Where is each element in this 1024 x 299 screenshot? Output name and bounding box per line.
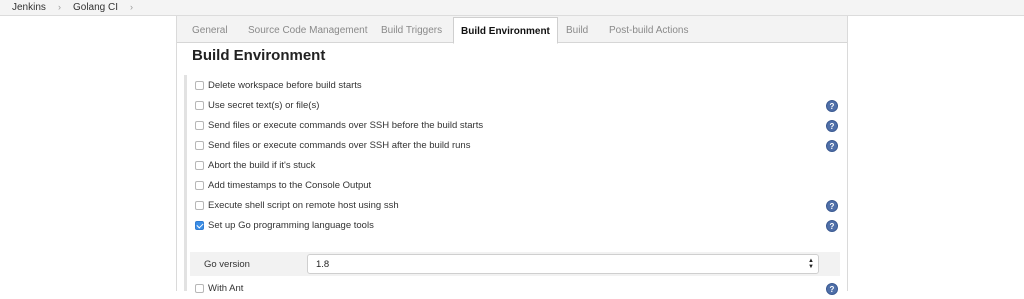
option-label: Set up Go programming language tools <box>208 220 374 231</box>
option-with-ant: With Ant ? <box>187 279 838 299</box>
option-delete-workspace: Delete workspace before build starts <box>187 76 837 96</box>
breadcrumb-golang-ci[interactable]: Golang CI <box>73 2 118 13</box>
option-label: Use secret text(s) or file(s) <box>208 100 320 111</box>
config-panel: General Source Code Management Build Tri… <box>176 16 848 295</box>
option-secret-text: Use secret text(s) or file(s) ? <box>187 96 838 116</box>
option-ssh-before-build: Send files or execute commands over SSH … <box>187 116 838 136</box>
checkbox-remote-shell-script[interactable] <box>195 201 204 210</box>
breadcrumb-bar: Jenkins › Golang CI › <box>0 0 1024 16</box>
breadcrumb-separator-icon: › <box>58 2 61 12</box>
option-ssh-after-build: Send files or execute commands over SSH … <box>187 136 838 156</box>
checkbox-ssh-before-build[interactable] <box>195 121 204 130</box>
tab-general[interactable]: General <box>192 25 228 36</box>
checkbox-abort-if-stuck[interactable] <box>195 161 204 170</box>
help-icon[interactable]: ? <box>826 200 838 212</box>
breadcrumb-separator-icon: › <box>130 2 133 12</box>
checkbox-timestamps[interactable] <box>195 181 204 190</box>
option-label: Send files or execute commands over SSH … <box>208 120 484 131</box>
checkbox-go-tools[interactable] <box>195 221 204 230</box>
option-timestamps: Add timestamps to the Console Output <box>187 176 837 196</box>
option-label: Abort the build if it's stuck <box>208 160 316 171</box>
help-icon[interactable]: ? <box>826 100 838 112</box>
go-version-label: Go version <box>204 259 250 270</box>
breadcrumb-jenkins[interactable]: Jenkins <box>12 2 46 13</box>
go-version-row: Go version 1.8 ▲ ▼ <box>190 252 840 276</box>
help-icon[interactable]: ? <box>826 140 838 152</box>
option-go-tools: Set up Go programming language tools ? <box>187 216 838 236</box>
go-version-value: 1.8 <box>316 259 330 270</box>
build-environment-options: Delete workspace before build starts Use… <box>184 75 840 295</box>
tab-build[interactable]: Build <box>566 25 588 36</box>
option-label: Add timestamps to the Console Output <box>208 180 372 191</box>
help-icon[interactable]: ? <box>826 120 838 132</box>
tab-build-triggers[interactable]: Build Triggers <box>381 25 442 36</box>
help-icon[interactable]: ? <box>826 220 838 232</box>
go-version-select[interactable]: 1.8 ▲ ▼ <box>307 254 819 274</box>
option-label: Delete workspace before build starts <box>208 80 362 91</box>
section-title: Build Environment <box>192 47 326 64</box>
tab-source-code-management[interactable]: Source Code Management <box>248 25 368 36</box>
option-label: With Ant <box>208 283 244 294</box>
tab-post-build-actions[interactable]: Post-build Actions <box>609 25 689 36</box>
checkbox-with-ant[interactable] <box>195 284 204 293</box>
option-remote-shell-script: Execute shell script on remote host usin… <box>187 196 838 216</box>
checkbox-ssh-after-build[interactable] <box>195 141 204 150</box>
tab-build-environment[interactable]: Build Environment <box>453 17 558 44</box>
checkbox-delete-workspace[interactable] <box>195 81 204 90</box>
help-icon[interactable]: ? <box>826 283 838 295</box>
option-abort-if-stuck: Abort the build if it's stuck <box>187 156 837 176</box>
config-tabs: General Source Code Management Build Tri… <box>177 16 847 44</box>
select-arrows-icon: ▲ ▼ <box>808 258 814 270</box>
checkbox-secret-text[interactable] <box>195 101 204 110</box>
option-label: Send files or execute commands over SSH … <box>208 140 471 151</box>
option-label: Execute shell script on remote host usin… <box>208 200 399 211</box>
